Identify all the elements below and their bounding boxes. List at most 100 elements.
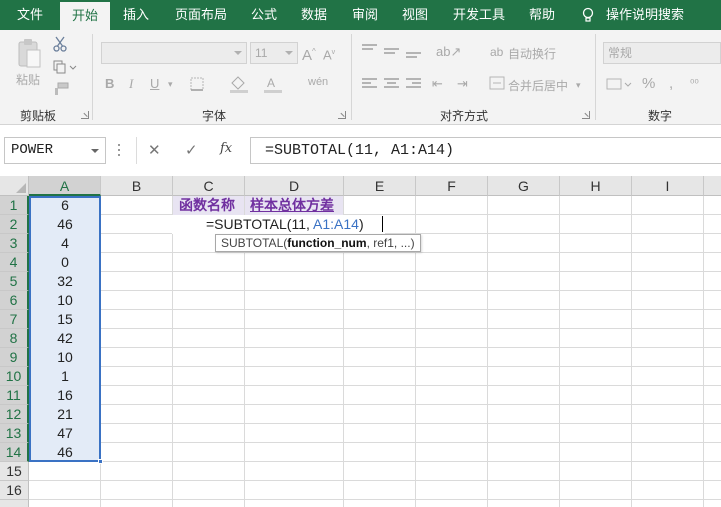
increase-indent-icon[interactable]: ⇥	[457, 76, 468, 92]
cell-a7[interactable]: 15	[29, 310, 101, 329]
column-header-b[interactable]: B	[101, 176, 173, 196]
comma-style-button[interactable]: ,	[669, 76, 673, 92]
alignment-launcher-icon[interactable]	[582, 111, 590, 119]
tab-formulas[interactable]: 公式	[251, 0, 277, 30]
row-header[interactable]: 7	[0, 310, 29, 329]
select-all-corner[interactable]	[0, 176, 29, 196]
cell-a14[interactable]: 46	[29, 443, 101, 462]
paste-icon[interactable]	[16, 38, 42, 70]
column-header-c[interactable]: C	[173, 176, 245, 196]
align-right-icon[interactable]	[406, 78, 421, 90]
merge-center-button[interactable]: 合并后居中	[508, 77, 568, 94]
decrease-font-icon[interactable]: Av	[323, 45, 335, 63]
align-bottom-icon[interactable]	[406, 52, 421, 64]
borders-icon[interactable]	[190, 77, 206, 91]
row-header[interactable]: 13	[0, 424, 29, 443]
formula-bar-grip-icon[interactable]	[118, 144, 121, 158]
increase-font-icon[interactable]: A^	[302, 44, 316, 64]
tab-home[interactable]: 开始	[60, 2, 111, 30]
clipboard-launcher-icon[interactable]	[81, 111, 89, 119]
row-header[interactable]: 15	[0, 462, 29, 481]
font-launcher-icon[interactable]	[338, 111, 346, 119]
row-header[interactable]: 10	[0, 367, 29, 386]
tab-data[interactable]: 数据	[301, 0, 327, 30]
column-header-g[interactable]: G	[488, 176, 560, 196]
underline-button[interactable]: U	[150, 76, 159, 92]
cell-a4[interactable]: 0	[29, 253, 101, 272]
cell-a11[interactable]: 16	[29, 386, 101, 405]
cell-a8[interactable]: 42	[29, 329, 101, 348]
align-middle-icon[interactable]	[384, 48, 399, 60]
cell-a6[interactable]: 10	[29, 291, 101, 310]
increase-decimal-icon[interactable]: ⁰⁰	[690, 76, 699, 92]
column-header-h[interactable]: H	[560, 176, 632, 196]
row-header[interactable]: 3	[0, 234, 29, 253]
percent-button[interactable]: %	[642, 76, 655, 92]
tab-developer[interactable]: 开发工具	[453, 0, 505, 30]
name-box[interactable]: POWER	[4, 137, 106, 164]
accounting-format-icon[interactable]	[606, 76, 632, 92]
name-box-dropdown-icon[interactable]	[91, 149, 99, 153]
format-painter-icon[interactable]	[53, 82, 69, 96]
merge-center-icon[interactable]	[489, 76, 505, 90]
row-header[interactable]: 11	[0, 386, 29, 405]
tab-page-layout[interactable]: 页面布局	[175, 0, 227, 30]
bold-button[interactable]: B	[105, 76, 114, 92]
cell-a12[interactable]: 21	[29, 405, 101, 424]
row-header[interactable]: 12	[0, 405, 29, 424]
cell-a9[interactable]: 10	[29, 348, 101, 367]
row-header[interactable]: 1	[0, 196, 29, 215]
enter-check-icon[interactable]: ✓	[185, 141, 198, 159]
column-header-j[interactable]	[704, 176, 721, 196]
column-header-e[interactable]: E	[344, 176, 416, 196]
cell-a13[interactable]: 47	[29, 424, 101, 443]
cell-a10[interactable]: 1	[29, 367, 101, 386]
cell-a5[interactable]: 32	[29, 272, 101, 291]
align-top-icon[interactable]	[362, 44, 377, 56]
decrease-indent-icon[interactable]: ⇤	[432, 76, 443, 92]
italic-button[interactable]: I	[129, 76, 133, 92]
row-header[interactable]: 9	[0, 348, 29, 367]
column-header-i[interactable]: I	[632, 176, 704, 196]
cell-a2[interactable]: 46	[29, 215, 101, 234]
insert-function-icon[interactable]: fx	[220, 141, 232, 156]
formula-input[interactable]: =SUBTOTAL(11, A1:A14)	[250, 137, 721, 164]
cell-c2-formula[interactable]: =SUBTOTAL(11, A1:A14)	[206, 215, 364, 234]
tab-view[interactable]: 视图	[402, 0, 428, 30]
wrap-text-icon[interactable]: ab	[490, 44, 503, 60]
column-header-d[interactable]: D	[245, 176, 344, 196]
tell-me-search[interactable]: 操作说明搜索	[606, 0, 684, 30]
row-header[interactable]: 5	[0, 272, 29, 291]
row-header[interactable]: 14	[0, 443, 29, 462]
cell-c1[interactable]: 函数名称	[179, 196, 235, 215]
phonetic-guide-icon[interactable]: wén	[308, 74, 328, 90]
font-size-combo[interactable]: 11	[250, 42, 298, 64]
row-header[interactable]: 16	[0, 481, 29, 500]
cell-a3[interactable]: 4	[29, 234, 101, 253]
underline-dropdown-icon[interactable]: ▾	[168, 76, 173, 92]
tooltip-arg-current[interactable]: function_num	[287, 236, 366, 250]
merge-dropdown-icon[interactable]: ▾	[576, 77, 581, 93]
tab-file[interactable]: 文件	[17, 0, 43, 30]
number-format-combo[interactable]: 常规	[603, 42, 721, 64]
orientation-icon[interactable]: ab↗	[436, 44, 461, 60]
row-header[interactable]: 6	[0, 291, 29, 310]
row-header[interactable]	[0, 500, 29, 507]
cancel-icon[interactable]: ✕	[148, 141, 161, 159]
cell-a1[interactable]: 6	[29, 196, 101, 215]
column-header-f[interactable]: F	[416, 176, 488, 196]
worksheet-grid[interactable]: A B C D E F G H I 1 2 3 4 5 6 7 8 9 10 1…	[0, 176, 721, 507]
cut-icon[interactable]	[53, 36, 67, 52]
align-left-icon[interactable]	[362, 78, 377, 90]
tab-help[interactable]: 帮助	[529, 0, 555, 30]
copy-icon[interactable]	[53, 60, 77, 74]
font-color-icon[interactable]: A	[262, 75, 292, 93]
row-header[interactable]: 2	[0, 215, 29, 234]
align-center-icon[interactable]	[384, 78, 399, 90]
fill-color-icon[interactable]	[228, 75, 258, 93]
column-header-a[interactable]: A	[29, 176, 101, 196]
row-header[interactable]: 8	[0, 329, 29, 348]
cell-d1[interactable]: 样本总体方差	[250, 196, 334, 215]
font-name-combo[interactable]	[101, 42, 247, 64]
function-tooltip[interactable]: SUBTOTAL(function_num, ref1, ...)	[215, 234, 421, 252]
